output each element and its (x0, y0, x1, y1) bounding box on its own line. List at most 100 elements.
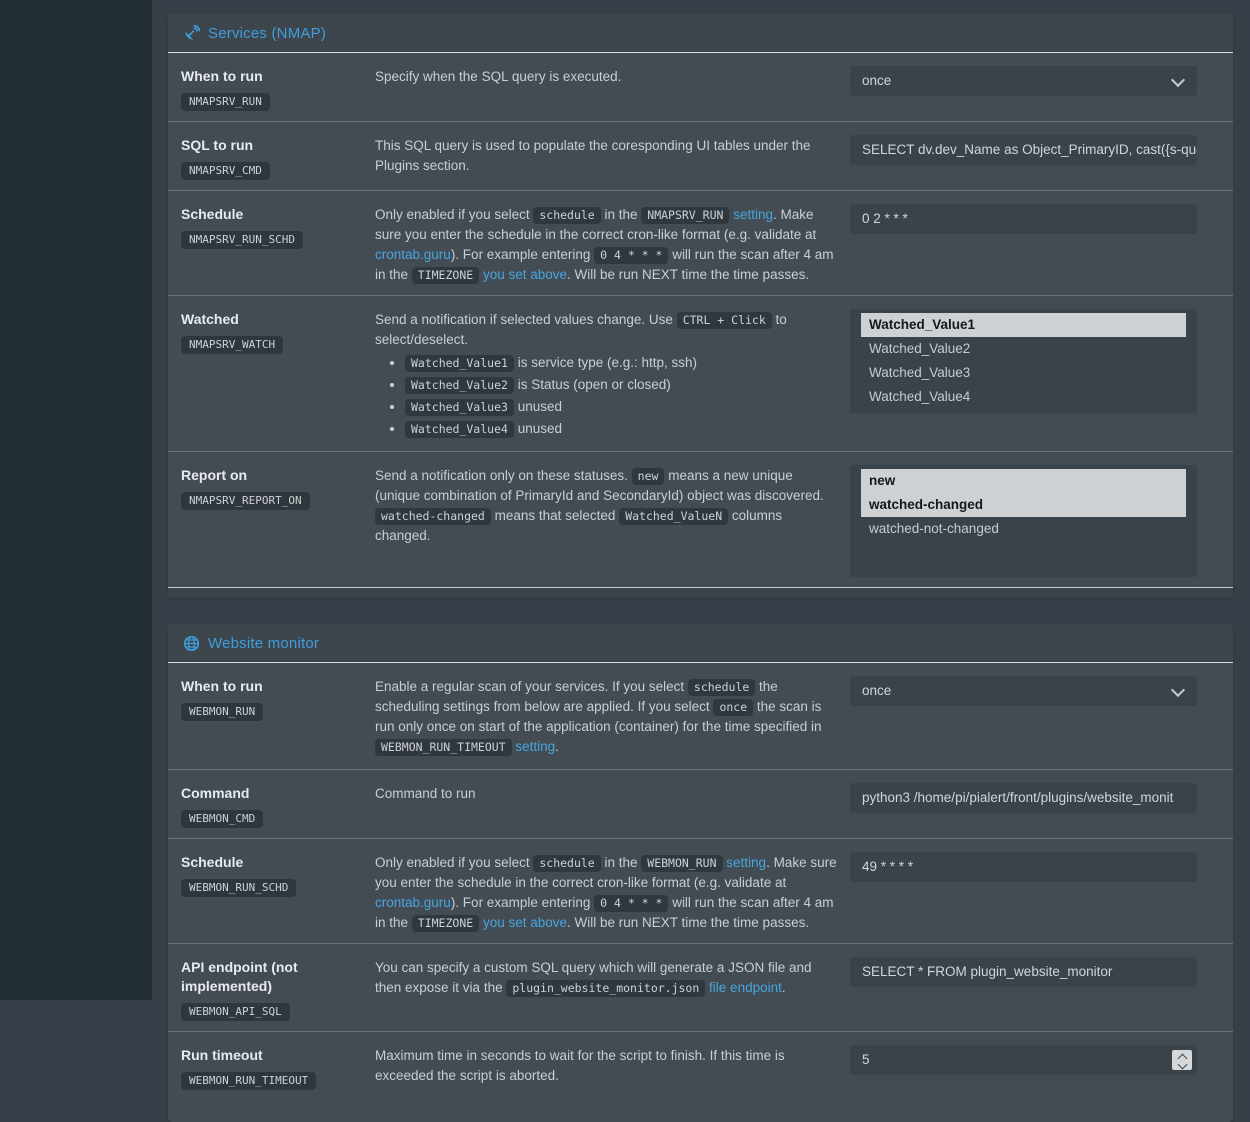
inline-code-badge: 0 4 * * * (594, 895, 668, 912)
inline-code-badge: Watched_ValueN (619, 508, 728, 525)
webmon_run_schd-input[interactable]: 49 * * * * (850, 852, 1197, 882)
satellite-dish-icon (183, 25, 200, 42)
description-text: Only enabled if you select (375, 855, 533, 870)
option-Watched_Value3[interactable]: Watched_Value3 (861, 361, 1186, 385)
option-Watched_Value1[interactable]: Watched_Value1 (861, 313, 1186, 337)
panel-header: Services (NMAP) (168, 14, 1233, 53)
webmon_run-select[interactable]: once (850, 676, 1197, 706)
inline-link[interactable]: setting (726, 855, 766, 870)
setting-label: Schedule (181, 205, 363, 224)
setting-control-cell: once (840, 53, 1233, 121)
settings-panels-container: Services (NMAP)When to runNMAPSRV_RUNSpe… (168, 14, 1233, 1122)
setting-label-cell: When to run NMAPSRV_RUN (168, 53, 375, 121)
setting-label-cell: ScheduleWEBMON_RUN_SCHD (168, 839, 375, 943)
setting-code-badge: NMAPSRV_RUN_SCHD (181, 231, 303, 249)
description-text: Enable a regular scan of your services. … (375, 679, 688, 694)
inline-code-badge: Watched_Value4 (405, 421, 514, 438)
setting-description: Only enabled if you select schedule in t… (375, 191, 840, 295)
setting-code-badge: WEBMON_CMD (181, 810, 263, 828)
setting-code-badge: NMAPSRV_RUN (181, 93, 270, 111)
settings-rows: When to runWEBMON_RUNEnable a regular sc… (168, 663, 1233, 1122)
inline-link[interactable]: you set above (483, 267, 567, 282)
inline-code-badge: WEBMON_RUN (641, 855, 722, 872)
description-text: . Will be run NEXT time the time passes. (567, 915, 809, 930)
sidebar (0, 0, 152, 1000)
setting-label: Schedule (181, 853, 363, 872)
option-Watched_Value2[interactable]: Watched_Value2 (861, 337, 1186, 361)
setting-description: This SQL query is used to populate the c… (375, 122, 840, 190)
inline-link[interactable]: file endpoint (709, 980, 782, 995)
setting-control-cell: python3 /home/pi/pialert/front/plugins/w… (840, 770, 1233, 838)
setting-control-cell: Watched_Value1Watched_Value2Watched_Valu… (840, 296, 1233, 451)
inline-link[interactable]: setting (733, 207, 773, 222)
description-text: ). For example entering (451, 247, 594, 262)
setting-description: Send a notification only on these status… (375, 452, 840, 587)
setting-code-badge: NMAPSRV_REPORT_ON (181, 492, 310, 510)
nmapsrv_report_on-multiselect[interactable]: newwatched-changedwatched-not-changed (850, 465, 1197, 577)
nmapsrv_run-select[interactable]: once (850, 66, 1197, 96)
nmapsrv_run_schd-input[interactable]: 0 2 * * * (850, 204, 1197, 234)
webmon_run_timeout-input[interactable]: 5 (850, 1045, 1197, 1075)
setting-label-cell: Report onNMAPSRV_REPORT_ON (168, 452, 375, 587)
setting-description: Command to run (375, 770, 840, 838)
description-text: Only enabled if you select (375, 207, 533, 222)
setting-row-nmapsrv_run_schd: Schedule NMAPSRV_RUN_SCHD Only enabled if … (168, 190, 1233, 295)
nmapsrv_cmd-input[interactable]: SELECT dv.dev_Name as Object_PrimaryID, … (850, 135, 1197, 165)
inline-link[interactable]: setting (515, 739, 555, 754)
inline-code-badge: new (632, 468, 665, 485)
panel-header: Website monitor (168, 624, 1233, 663)
description-text: This SQL query is used to populate the c… (375, 138, 811, 173)
inline-code-badge: 0 4 * * * (594, 247, 668, 264)
setting-label-cell: When to runWEBMON_RUN (168, 663, 375, 769)
inline-code-badge: schedule (688, 679, 755, 696)
description-text: . (782, 980, 786, 995)
description-text: Command to run (375, 786, 476, 801)
inline-code-badge: WEBMON_RUN_TIMEOUT (375, 739, 512, 756)
setting-row-webmon_cmd: Command WEBMON_CMD Command to run python3 /… (168, 769, 1233, 838)
description-text: is service type (e.g.: http, ssh) (514, 355, 697, 370)
number-spinner[interactable] (1172, 1050, 1192, 1070)
setting-row-webmon_run_schd: ScheduleWEBMON_RUN_SCHDOnly enabled if y… (168, 838, 1233, 943)
inline-code-badge: schedule (533, 207, 600, 224)
inline-code-badge: TIMEZONE (412, 267, 479, 284)
chevron-down-icon (1171, 73, 1185, 87)
setting-row-nmapsrv_cmd: SQL to runNMAPSRV_CMDThis SQL query is u… (168, 121, 1233, 190)
setting-row-nmapsrv_report_on: Report onNMAPSRV_REPORT_ONSend a notific… (168, 451, 1233, 587)
setting-label: Watched (181, 310, 363, 329)
setting-label: When to run (181, 67, 363, 86)
option-watched-not-changed[interactable]: watched-not-changed (861, 517, 1186, 541)
inline-code-badge: watched-changed (375, 508, 491, 525)
setting-label: API endpoint (not implemented) (181, 958, 363, 996)
setting-code-badge: NMAPSRV_WATCH (181, 336, 283, 354)
setting-label-cell: Run timeoutWEBMON_RUN_TIMEOUT (168, 1032, 375, 1122)
setting-description: You can specify a custom SQL query which… (375, 944, 840, 1031)
setting-control-cell: newwatched-changedwatched-not-changed (840, 452, 1233, 587)
setting-label-cell: Command WEBMON_CMD (168, 770, 375, 838)
inline-link[interactable]: crontab.guru (375, 895, 451, 910)
inline-link[interactable]: crontab.guru (375, 247, 451, 262)
globe-icon (183, 635, 200, 652)
nmapsrv_watch-multiselect[interactable]: Watched_Value1Watched_Value2Watched_Valu… (850, 309, 1197, 413)
selected-value: once (862, 683, 891, 698)
webmon_api_sql-input[interactable]: SELECT * FROM plugin_website_monitor (850, 957, 1197, 987)
inline-code-badge: plugin_website_monitor.json (506, 980, 705, 997)
inline-code-badge: CTRL + Click (677, 312, 772, 329)
setting-code-badge: WEBMON_RUN (181, 703, 263, 721)
webmon_cmd-input[interactable]: python3 /home/pi/pialert/front/plugins/w… (850, 783, 1197, 813)
option-watched-changed[interactable]: watched-changed (861, 493, 1186, 517)
setting-label: Command (181, 784, 363, 803)
settings-panel-1: Services (NMAP)When to runNMAPSRV_RUNSpe… (168, 14, 1233, 598)
input-value: SELECT dv.dev_Name as Object_PrimaryID, … (862, 142, 1197, 157)
description-bullet-list: Watched_Value1 is service type (e.g.: ht… (375, 353, 840, 439)
bullet-item: Watched_Value3 unused (405, 397, 840, 417)
bullet-item: Watched_Value4 unused (405, 419, 840, 439)
description-text: ). For example entering (451, 895, 594, 910)
spinner-down-icon (1177, 1059, 1187, 1069)
bullet-item: Watched_Value2 is Status (open or closed… (405, 375, 840, 395)
option-new[interactable]: new (861, 469, 1186, 493)
inline-code-badge: Watched_Value1 (405, 355, 514, 372)
option-Watched_Value4[interactable]: Watched_Value4 (861, 385, 1186, 409)
input-value: python3 /home/pi/pialert/front/plugins/w… (862, 790, 1173, 805)
inline-link[interactable]: you set above (483, 915, 567, 930)
setting-code-badge: WEBMON_API_SQL (181, 1003, 290, 1021)
